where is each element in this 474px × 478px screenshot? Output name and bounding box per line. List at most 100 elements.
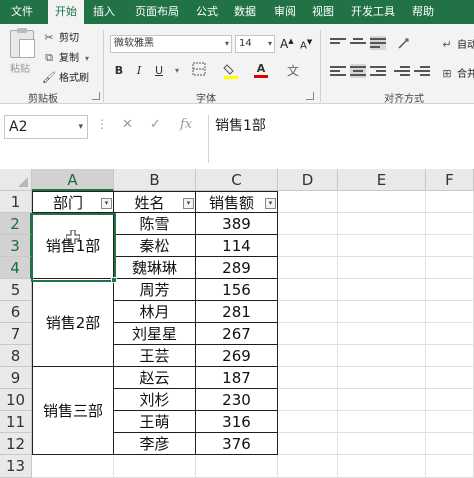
cut-button[interactable]: ✂ 剪切 bbox=[42, 29, 79, 44]
font-size-select[interactable]: 14 ▾ bbox=[235, 35, 275, 53]
filter-dropdown-name[interactable]: ▾ bbox=[183, 198, 194, 209]
paste-icon[interactable] bbox=[10, 28, 35, 58]
font-color-icon[interactable]: A bbox=[252, 62, 270, 80]
cell[interactable] bbox=[278, 191, 338, 213]
department-cell[interactable]: 销售三部 bbox=[32, 367, 114, 455]
chevron-down-icon[interactable]: ▾ bbox=[168, 62, 186, 80]
cell[interactable] bbox=[338, 345, 426, 367]
select-all-button[interactable] bbox=[0, 169, 32, 191]
department-cell[interactable]: 销售1部 bbox=[32, 213, 114, 279]
font-name-select[interactable]: 微软雅黑 ▾ bbox=[110, 35, 232, 53]
name-cell[interactable]: 刘星星 bbox=[114, 323, 196, 345]
column-header-c[interactable]: C bbox=[196, 169, 278, 191]
align-top-icon[interactable] bbox=[330, 36, 346, 50]
sales-cell[interactable]: 376 bbox=[196, 433, 278, 455]
cancel-icon[interactable]: ✕ bbox=[122, 117, 133, 132]
row-header-12[interactable]: 12 bbox=[0, 433, 32, 455]
underline-button[interactable]: U bbox=[150, 62, 168, 80]
cell[interactable] bbox=[426, 345, 474, 367]
cell[interactable] bbox=[338, 301, 426, 323]
cell[interactable] bbox=[278, 433, 338, 455]
filter-dropdown-sales[interactable]: ▾ bbox=[265, 198, 276, 209]
tab-developer[interactable]: 开发工具 bbox=[344, 0, 402, 24]
fx-icon[interactable]: fx bbox=[180, 117, 192, 132]
cell[interactable] bbox=[338, 455, 426, 478]
cell[interactable] bbox=[278, 301, 338, 323]
phonetic-icon[interactable]: 文 bbox=[284, 62, 302, 80]
column-header-e[interactable]: E bbox=[338, 169, 426, 191]
tab-file[interactable]: 文件 bbox=[4, 0, 40, 24]
column-header-a[interactable]: A bbox=[32, 169, 114, 191]
cell[interactable] bbox=[426, 433, 474, 455]
shrink-font-button[interactable]: A▼ bbox=[300, 38, 312, 51]
wrap-text-button[interactable]: ↵ 自动 bbox=[440, 36, 474, 51]
cell[interactable] bbox=[426, 235, 474, 257]
cell[interactable] bbox=[338, 411, 426, 433]
clipboard-launcher-icon[interactable] bbox=[92, 92, 100, 100]
cell[interactable] bbox=[338, 191, 426, 213]
row-header-13[interactable]: 13 bbox=[0, 455, 32, 478]
row-header-9[interactable]: 9 bbox=[0, 367, 32, 389]
format-painter-button[interactable]: 🖌 格式刷 bbox=[42, 69, 89, 84]
row-header-8[interactable]: 8 bbox=[0, 345, 32, 367]
cell[interactable] bbox=[278, 323, 338, 345]
sales-cell[interactable]: 114 bbox=[196, 235, 278, 257]
cell[interactable] bbox=[338, 279, 426, 301]
cell[interactable] bbox=[278, 455, 338, 478]
cell[interactable] bbox=[278, 257, 338, 279]
align-center-icon[interactable] bbox=[350, 64, 366, 78]
sales-cell[interactable]: 230 bbox=[196, 389, 278, 411]
row-header-10[interactable]: 10 bbox=[0, 389, 32, 411]
row-header-3[interactable]: 3 bbox=[0, 235, 32, 257]
cell[interactable] bbox=[278, 213, 338, 235]
fill-color-icon[interactable] bbox=[222, 62, 240, 80]
row-header-7[interactable]: 7 bbox=[0, 323, 32, 345]
align-right-icon[interactable] bbox=[370, 64, 386, 78]
cell[interactable] bbox=[32, 455, 114, 478]
row-header-11[interactable]: 11 bbox=[0, 411, 32, 433]
column-header-d[interactable]: D bbox=[278, 169, 338, 191]
column-header-f[interactable]: F bbox=[426, 169, 474, 191]
cell[interactable] bbox=[338, 367, 426, 389]
tab-view[interactable]: 视图 bbox=[306, 0, 340, 24]
cell[interactable] bbox=[278, 279, 338, 301]
cell[interactable] bbox=[114, 455, 196, 478]
sales-cell[interactable]: 267 bbox=[196, 323, 278, 345]
cell[interactable] bbox=[278, 411, 338, 433]
cell[interactable] bbox=[338, 433, 426, 455]
filter-dropdown-dept[interactable]: ▾ bbox=[101, 198, 112, 209]
cell[interactable] bbox=[338, 257, 426, 279]
name-cell[interactable]: 秦松 bbox=[114, 235, 196, 257]
font-launcher-icon[interactable] bbox=[306, 92, 314, 100]
cell[interactable] bbox=[426, 257, 474, 279]
sales-cell[interactable]: 389 bbox=[196, 213, 278, 235]
fill-handle[interactable] bbox=[111, 277, 117, 283]
cell[interactable] bbox=[278, 389, 338, 411]
orientation-icon[interactable] bbox=[396, 36, 412, 50]
decrease-indent-icon[interactable] bbox=[394, 64, 410, 78]
bold-button[interactable]: B bbox=[110, 62, 128, 80]
cell[interactable] bbox=[426, 191, 474, 213]
cell[interactable] bbox=[426, 367, 474, 389]
row-header-5[interactable]: 5 bbox=[0, 279, 32, 301]
italic-button[interactable]: I bbox=[130, 62, 148, 80]
department-cell[interactable]: 销售2部 bbox=[32, 279, 114, 367]
tab-help[interactable]: 帮助 bbox=[404, 0, 442, 24]
name-cell[interactable]: 刘杉 bbox=[114, 389, 196, 411]
sales-cell[interactable]: 289 bbox=[196, 257, 278, 279]
sales-cell[interactable]: 269 bbox=[196, 345, 278, 367]
cell[interactable] bbox=[278, 367, 338, 389]
borders-icon[interactable] bbox=[190, 62, 208, 80]
check-icon[interactable]: ✓ bbox=[150, 117, 161, 132]
row-header-1[interactable]: 1 bbox=[0, 191, 32, 213]
cell[interactable] bbox=[338, 235, 426, 257]
merge-center-button[interactable]: ⊞ 合并 bbox=[440, 65, 474, 80]
cell[interactable] bbox=[426, 279, 474, 301]
sales-cell[interactable]: 281 bbox=[196, 301, 278, 323]
name-cell[interactable]: 王萌 bbox=[114, 411, 196, 433]
name-cell[interactable]: 周芳 bbox=[114, 279, 196, 301]
cell[interactable] bbox=[338, 323, 426, 345]
cell[interactable] bbox=[426, 213, 474, 235]
align-bottom-icon[interactable] bbox=[370, 36, 386, 50]
sales-cell[interactable]: 316 bbox=[196, 411, 278, 433]
